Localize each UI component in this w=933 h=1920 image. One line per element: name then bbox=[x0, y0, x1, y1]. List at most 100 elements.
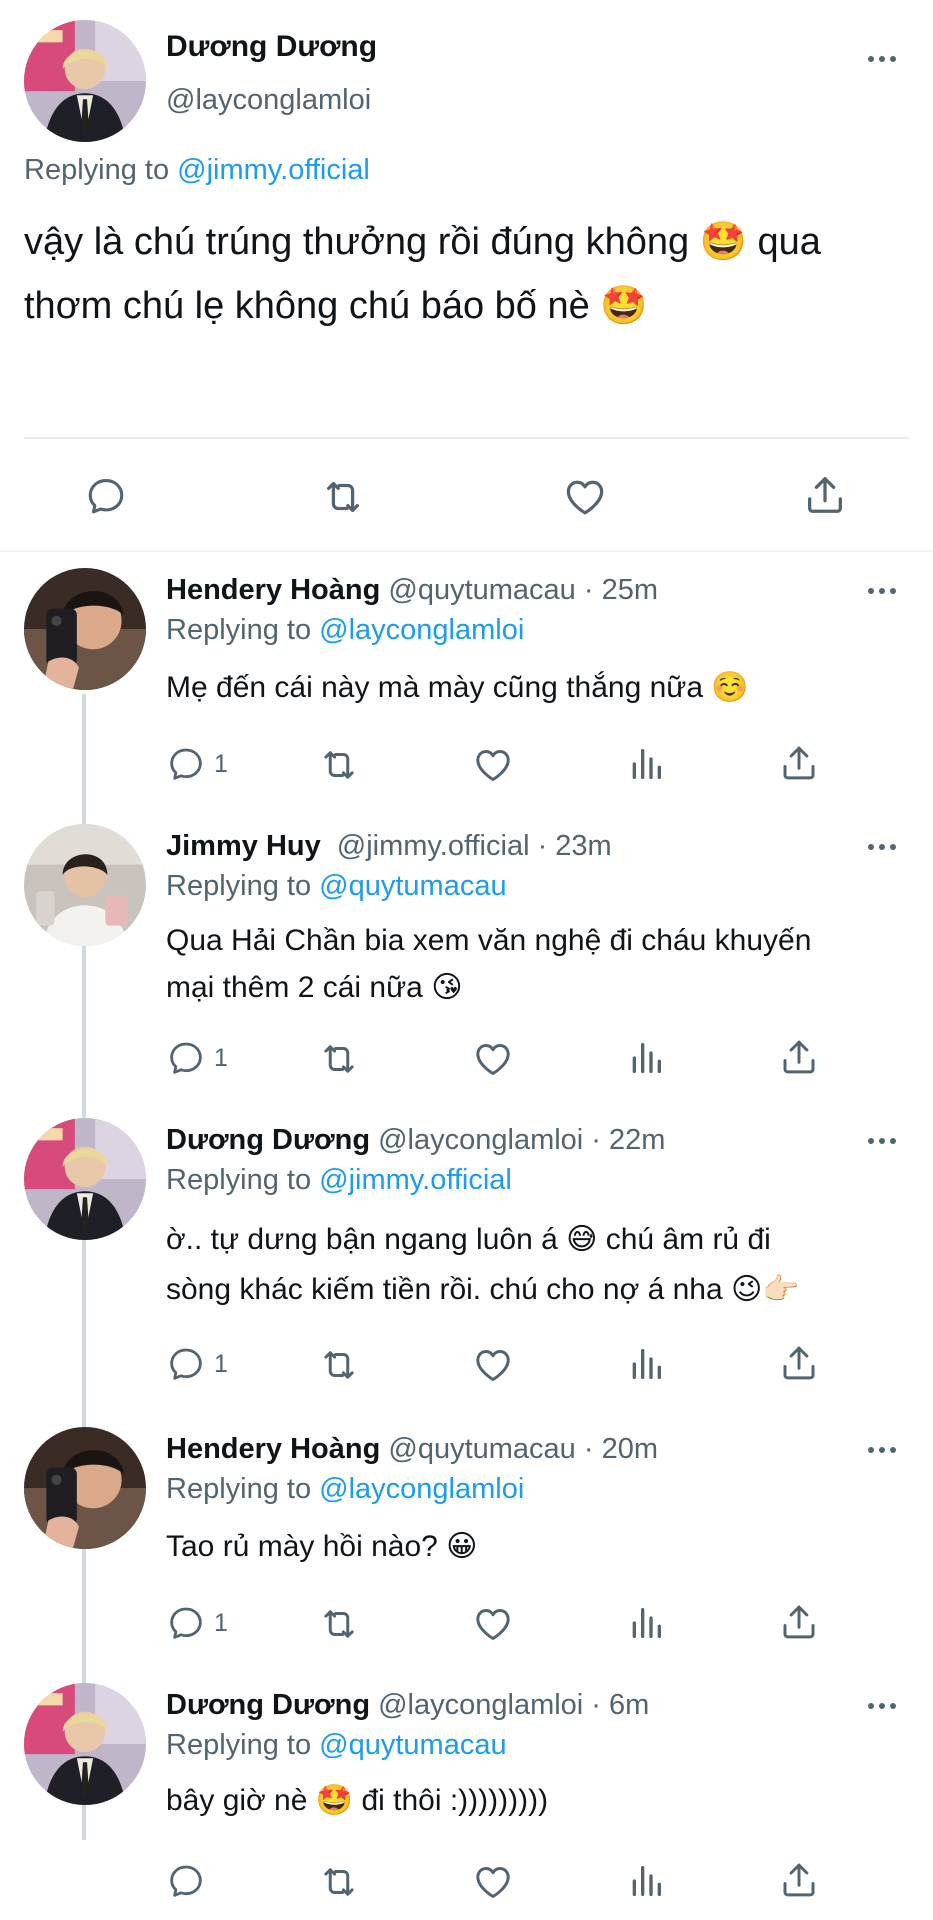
share-button[interactable] bbox=[778, 1036, 820, 1078]
main-tweet-text-line1: vậy là chú trúng thưởng rồi đúng không 🤩… bbox=[24, 221, 821, 263]
reply-author-name[interactable]: Jimmy Huy bbox=[166, 830, 321, 862]
reply-button[interactable]: 1 bbox=[166, 1344, 228, 1384]
main-tweet-text-line2: thơm chú lẹ không chú báo bố nè 🤩 bbox=[24, 285, 648, 327]
reply-tweet[interactable]: Hendery Hoàng @quytumacau · 25m Replying… bbox=[0, 568, 933, 814]
reply-replying-line: Replying to @quytumacau bbox=[166, 870, 507, 903]
reply-icon bbox=[166, 1861, 206, 1901]
reply-avatar[interactable] bbox=[24, 824, 146, 946]
retweet-icon bbox=[318, 1038, 360, 1080]
divider bbox=[24, 437, 909, 439]
like-button[interactable] bbox=[472, 744, 514, 786]
main-reply-button[interactable] bbox=[84, 474, 128, 518]
share-button[interactable] bbox=[778, 742, 820, 784]
retweet-icon bbox=[318, 1861, 360, 1903]
reply-avatar[interactable] bbox=[24, 1427, 146, 1549]
replying-to-link[interactable]: @quytumacau bbox=[319, 870, 506, 902]
reply-count: 1 bbox=[214, 1608, 228, 1637]
reply-count: 1 bbox=[214, 1043, 228, 1072]
retweet-button[interactable] bbox=[318, 1038, 360, 1080]
share-button[interactable] bbox=[778, 1601, 820, 1643]
reply-author-name[interactable]: Hendery Hoàng bbox=[166, 1433, 380, 1465]
more-icon[interactable] bbox=[868, 1703, 896, 1709]
share-button[interactable] bbox=[778, 1342, 820, 1384]
heart-icon bbox=[472, 1603, 514, 1645]
analytics-icon bbox=[626, 1861, 666, 1901]
reply-text-line2: mại thêm 2 cái nữa 😘 bbox=[166, 971, 463, 1004]
retweet-icon bbox=[318, 1603, 360, 1645]
reply-button[interactable]: 1 bbox=[166, 744, 228, 784]
reply-tweet[interactable]: Dương Dương @layconglamloi · 6m Replying… bbox=[0, 1683, 933, 1920]
views-button[interactable] bbox=[626, 1038, 666, 1078]
reply-tweet[interactable]: Dương Dương @layconglamloi · 22m Replyin… bbox=[0, 1118, 933, 1418]
reply-tweet[interactable]: Hendery Hoàng @quytumacau · 20m Replying… bbox=[0, 1427, 933, 1677]
analytics-icon bbox=[626, 1038, 666, 1078]
heart-icon bbox=[472, 744, 514, 786]
retweet-icon bbox=[318, 1344, 360, 1386]
replying-to-link[interactable]: @jimmy.official bbox=[319, 1164, 512, 1196]
views-button[interactable] bbox=[626, 744, 666, 784]
replying-to-link[interactable]: @quytumacau bbox=[319, 1729, 506, 1761]
reply-author-name[interactable]: Dương Dương bbox=[166, 1124, 370, 1156]
analytics-icon bbox=[626, 744, 666, 784]
reply-icon bbox=[166, 1344, 206, 1384]
analytics-icon bbox=[626, 1344, 666, 1384]
like-button[interactable] bbox=[472, 1603, 514, 1645]
main-like-button[interactable] bbox=[562, 474, 608, 520]
replying-to-label: Replying to bbox=[166, 1164, 312, 1196]
reply-header: Hendery Hoàng @quytumacau · 20m bbox=[166, 1433, 658, 1466]
reply-header: Dương Dương @layconglamloi · 6m bbox=[166, 1689, 649, 1722]
reply-meta: @quytumacau · 25m bbox=[388, 574, 658, 606]
reply-text-line2: sòng khác kiếm tiền rồi. chú cho nợ á nh… bbox=[166, 1273, 800, 1306]
like-button[interactable] bbox=[472, 1861, 514, 1903]
reply-button[interactable]: 1 bbox=[166, 1603, 228, 1643]
replying-to-label: Replying to bbox=[166, 1729, 312, 1761]
more-icon[interactable] bbox=[868, 588, 896, 594]
retweet-icon bbox=[320, 474, 366, 520]
reply-header: Jimmy Huy @jimmy.official · 23m bbox=[166, 830, 612, 863]
like-button[interactable] bbox=[472, 1038, 514, 1080]
replying-to-link[interactable]: @layconglamloi bbox=[319, 1473, 524, 1505]
reply-text-line1: bây giờ nè 🤩 đi thôi :))))))))) bbox=[166, 1784, 549, 1817]
reply-replying-line: Replying to @layconglamloi bbox=[166, 1473, 524, 1506]
replying-to-link[interactable]: @jimmy.official bbox=[177, 154, 370, 186]
main-share-button[interactable] bbox=[802, 472, 848, 518]
more-icon[interactable] bbox=[868, 1447, 896, 1453]
reply-icon bbox=[166, 1603, 206, 1643]
main-author-avatar[interactable] bbox=[24, 20, 146, 142]
views-button[interactable] bbox=[626, 1344, 666, 1384]
reply-text-line1: Mẹ đến cái này mà mày cũng thắng nữa ☺️ bbox=[166, 671, 749, 704]
like-button[interactable] bbox=[472, 1344, 514, 1386]
reply-author-name[interactable]: Hendery Hoàng bbox=[166, 574, 380, 606]
reply-text-line1: Qua Hải Chần bia xem văn nghệ đi cháu kh… bbox=[166, 924, 812, 957]
retweet-button[interactable] bbox=[318, 1603, 360, 1645]
replying-to-link[interactable]: @layconglamloi bbox=[319, 614, 524, 646]
reply-icon bbox=[166, 1038, 206, 1078]
reply-meta: @quytumacau · 20m bbox=[388, 1433, 658, 1465]
reply-count: 1 bbox=[214, 749, 228, 778]
reply-button[interactable]: 1 bbox=[166, 1038, 228, 1078]
share-button[interactable] bbox=[778, 1859, 820, 1901]
more-icon[interactable] bbox=[868, 56, 896, 62]
reply-avatar[interactable] bbox=[24, 1683, 146, 1805]
views-button[interactable] bbox=[626, 1861, 666, 1901]
more-icon[interactable] bbox=[868, 844, 896, 850]
reply-author-name[interactable]: Dương Dương bbox=[166, 1689, 370, 1721]
replying-to-label: Replying to bbox=[24, 154, 170, 186]
main-author-handle[interactable]: @layconglamloi bbox=[166, 84, 371, 117]
more-icon[interactable] bbox=[868, 1138, 896, 1144]
reply-avatar[interactable] bbox=[24, 568, 146, 690]
main-retweet-button[interactable] bbox=[320, 474, 366, 520]
reply-tweet[interactable]: Jimmy Huy @jimmy.official · 23m Replying… bbox=[0, 824, 933, 1114]
retweet-button[interactable] bbox=[318, 744, 360, 786]
reply-text-line1: Tao rủ mày hồi nào? 😀 bbox=[166, 1530, 478, 1563]
share-icon bbox=[778, 1601, 820, 1643]
retweet-button[interactable] bbox=[318, 1861, 360, 1903]
retweet-button[interactable] bbox=[318, 1344, 360, 1386]
main-author-name[interactable]: Dương Dương bbox=[166, 30, 377, 64]
reply-count: 1 bbox=[214, 1349, 228, 1378]
replying-to-label: Replying to bbox=[166, 614, 312, 646]
reply-avatar[interactable] bbox=[24, 1118, 146, 1240]
reply-button[interactable] bbox=[166, 1861, 206, 1901]
reply-meta: @layconglamloi · 22m bbox=[378, 1124, 666, 1156]
views-button[interactable] bbox=[626, 1603, 666, 1643]
